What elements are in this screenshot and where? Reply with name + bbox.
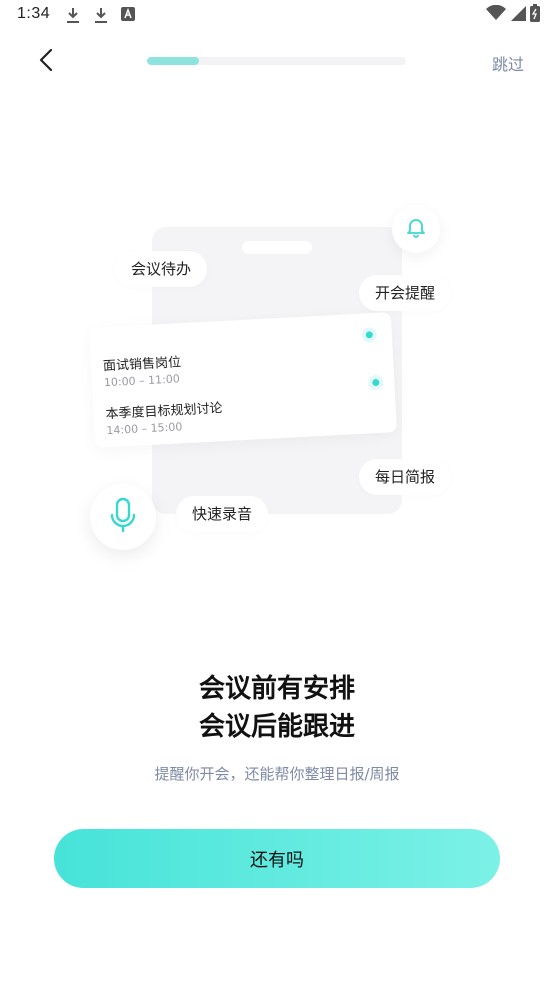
- phone-notch: [242, 241, 312, 254]
- wifi-icon: [486, 4, 506, 25]
- progress-fill: [147, 57, 199, 65]
- headline-line-2: 会议后能跟进: [198, 712, 355, 742]
- microphone-icon: [109, 497, 137, 537]
- bell-icon: [405, 216, 427, 242]
- meeting-list-card: 面试销售岗位 10:00 – 11:00 本季度目标规划讨论 14:00 – 1…: [89, 312, 397, 448]
- battery-icon: [530, 4, 540, 26]
- daily-report-pill: 每日简报: [359, 459, 452, 495]
- text-a-icon: [121, 6, 137, 24]
- onboarding-progress-bar: [147, 57, 406, 65]
- subtitle: 提醒你开会，还能帮你整理日报/周报: [154, 765, 400, 783]
- next-button-label: 还有吗: [250, 849, 304, 871]
- meeting-title: 面试销售岗位: [102, 355, 182, 375]
- meeting-reminder-pill: 开会提醒: [359, 275, 452, 311]
- status-bar: 1:34: [0, 0, 554, 32]
- status-time: 1:34: [17, 5, 51, 22]
- cell-signal-icon: [510, 5, 526, 25]
- status-dot: [365, 331, 373, 339]
- headline-line-1: 会议前有安排: [198, 674, 355, 704]
- skip-button[interactable]: 跳过: [492, 51, 524, 75]
- download-icon: [94, 6, 110, 24]
- back-button[interactable]: [30, 46, 62, 78]
- next-button[interactable]: 还有吗: [54, 829, 500, 888]
- list-item: 面试销售岗位 10:00 – 11:00: [103, 351, 183, 389]
- download-icon: [66, 6, 82, 24]
- meeting-todo-pill: 会议待办: [115, 251, 208, 287]
- chevron-left-icon: [37, 48, 55, 76]
- meeting-time: 10:00 – 11:00: [103, 372, 181, 390]
- bell-badge: [392, 205, 440, 253]
- list-item: 本季度目标规划讨论 14:00 – 15:00: [105, 397, 224, 437]
- microphone-badge: [90, 484, 156, 550]
- quick-record-pill: 快速录音: [176, 496, 269, 532]
- status-dot: [372, 378, 380, 387]
